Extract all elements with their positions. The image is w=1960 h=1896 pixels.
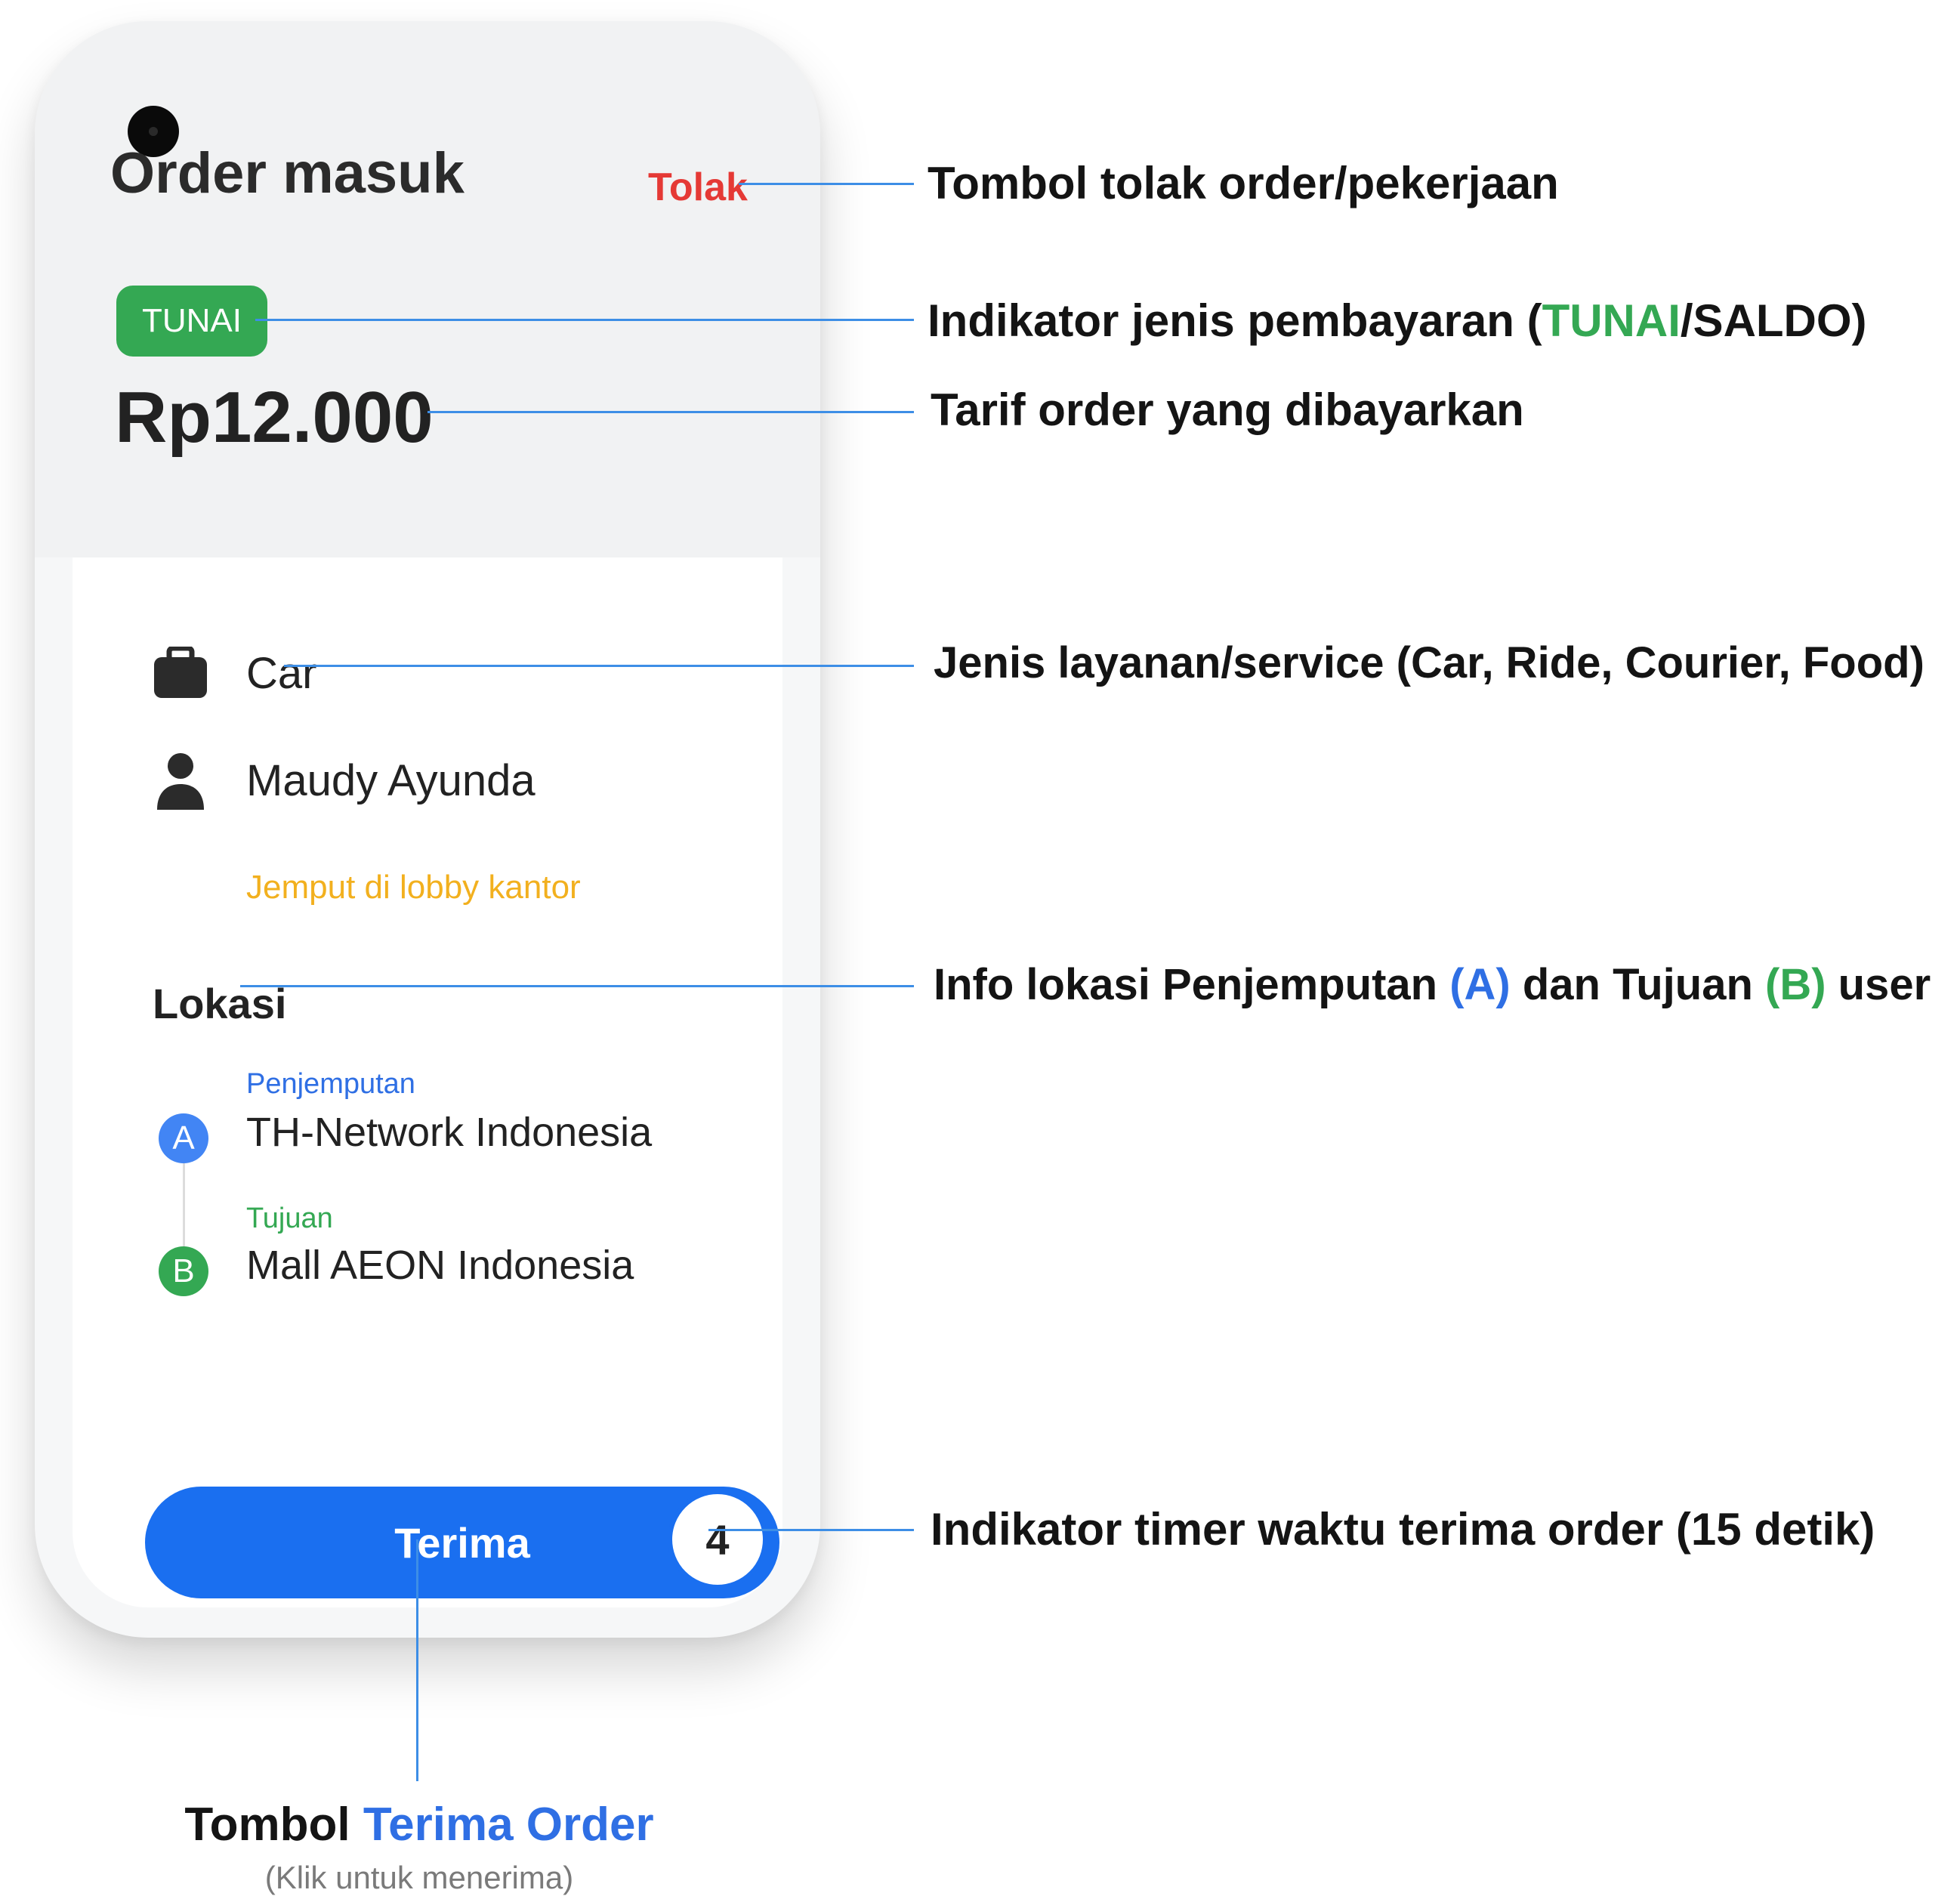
annotation-location: Info lokasi Penjemputan (A) dan Tujuan (… <box>934 960 1931 1009</box>
annotation-accept: Tombol Terima Order <box>184 1799 654 1851</box>
pickup-label: Penjemputan <box>246 1068 415 1100</box>
person-icon <box>157 753 204 810</box>
annotation-reject: Tombol tolak order/pekerjaan <box>928 158 1559 208</box>
user-name: Maudy Ayunda <box>246 756 536 805</box>
annotation-timer: Indikator timer waktu terima order (15 d… <box>931 1504 1875 1555</box>
order-price: Rp12.000 <box>115 377 434 458</box>
pickup-note: Jemput di lobby kantor <box>246 869 581 906</box>
reject-leader-line <box>739 183 914 185</box>
route-line <box>183 1163 185 1246</box>
service-leader-line <box>284 665 914 667</box>
annotation-payment: Indikator jenis pembayaran (TUNAI/SALDO) <box>928 295 1867 346</box>
accept-timer: 4 <box>668 1490 767 1589</box>
annotation-tariff: Tarif order yang dibayarkan <box>931 384 1524 435</box>
pickup-marker-icon: A <box>159 1113 208 1163</box>
location-leader-line <box>240 985 914 987</box>
page-title: Order masuk <box>110 141 465 205</box>
payment-leader-line <box>255 319 914 321</box>
annotation-accept-sub: (Klik untuk menerima) <box>264 1860 574 1895</box>
accept-leader-line <box>416 1539 418 1781</box>
tariff-leader-line <box>427 411 914 413</box>
timer-leader-line <box>708 1529 914 1531</box>
accept-button[interactable]: Terima 4 <box>145 1487 779 1598</box>
service-type: Car <box>246 649 317 698</box>
destination-label: Tujuan <box>246 1203 333 1234</box>
phone-mockup: Order masuk Tolak TUNAI Rp12.000 Car Mau… <box>35 21 820 1638</box>
briefcase-icon <box>154 647 207 698</box>
destination-location: Mall AEON Indonesia <box>246 1243 634 1288</box>
annotation-service: Jenis layanan/service (Car, Ride, Courie… <box>934 638 1925 687</box>
payment-type-badge: TUNAI <box>116 286 267 357</box>
order-details-card: Car Maudy Ayunda Jemput di lobby kantor … <box>73 557 782 1607</box>
reject-button[interactable]: Tolak <box>648 165 748 210</box>
destination-marker-icon: B <box>159 1246 208 1296</box>
pickup-location: TH-Network Indonesia <box>246 1110 653 1155</box>
